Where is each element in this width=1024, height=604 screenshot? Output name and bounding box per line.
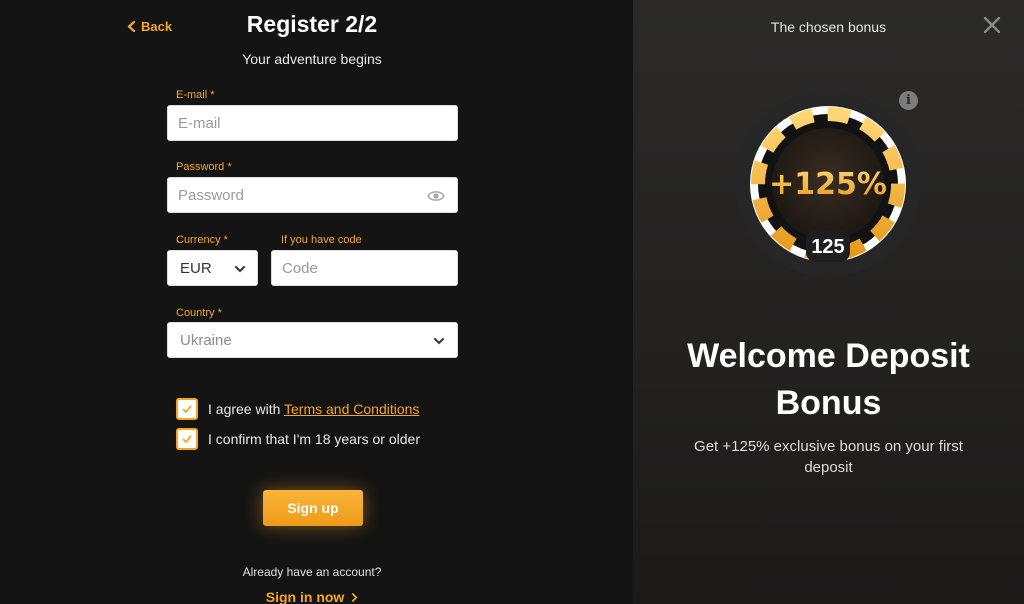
eye-icon[interactable] (427, 189, 445, 203)
bonus-percent-text: +125% (769, 167, 887, 202)
terms-text: I agree with Terms and Conditions (208, 401, 419, 417)
terms-prefix: I agree with (208, 401, 285, 417)
country-value: Ukraine (180, 332, 232, 349)
country-label: Country * (176, 307, 222, 319)
already-account-text: Already have an account? (242, 565, 382, 579)
bonus-title-line-1: Welcome Deposit (687, 337, 970, 375)
age-checkbox[interactable] (176, 428, 198, 450)
registration-panel: Back Register 2/2 Your adventure begins … (0, 0, 633, 604)
check-icon (182, 405, 192, 413)
password-field-wrapper (167, 177, 458, 213)
sign-in-link[interactable]: Sign in now (0, 589, 624, 604)
password-field[interactable] (168, 178, 457, 212)
chevron-right-icon (352, 593, 358, 602)
currency-label: Currency * (176, 234, 228, 246)
bonus-panel: The chosen bonus +125% i 125 Welcome Dep… (633, 0, 1024, 604)
country-select[interactable]: Ukraine (167, 322, 458, 358)
password-label: Password * (176, 161, 232, 173)
age-row: I confirm that I'm 18 years or older (176, 428, 420, 450)
bonus-number: 125 (811, 236, 845, 258)
chevron-down-icon (235, 266, 245, 273)
email-label: E-mail * (176, 89, 215, 101)
code-label: If you have code (281, 234, 362, 246)
page-title: Register 2/2 (246, 11, 378, 37)
page-subtitle: Your adventure begins (242, 51, 382, 67)
check-icon (182, 435, 192, 443)
bonus-description: Get +125% exclusive bonus on your first … (694, 438, 963, 476)
sign-up-button[interactable]: Sign up (263, 490, 363, 526)
bonus-panel-heading: The chosen bonus (770, 19, 887, 35)
info-icon[interactable]: i (899, 91, 918, 110)
age-text: I confirm that I'm 18 years or older (208, 431, 420, 447)
bonus-title: Welcome Deposit Bonus (633, 333, 1024, 427)
email-field-wrapper (167, 105, 458, 141)
bonus-title-line-2: Bonus (775, 384, 882, 422)
currency-select[interactable]: EUR (167, 250, 258, 286)
terms-link[interactable]: Terms and Conditions (284, 401, 419, 417)
currency-value: EUR (180, 260, 212, 277)
chevron-down-icon (434, 338, 444, 345)
terms-row: I agree with Terms and Conditions (176, 398, 419, 420)
terms-checkbox[interactable] (176, 398, 198, 420)
code-field[interactable] (272, 251, 457, 285)
sign-in-label: Sign in now (265, 589, 345, 604)
close-icon[interactable] (983, 16, 1001, 34)
code-field-wrapper (271, 250, 458, 286)
email-field[interactable] (168, 106, 457, 140)
